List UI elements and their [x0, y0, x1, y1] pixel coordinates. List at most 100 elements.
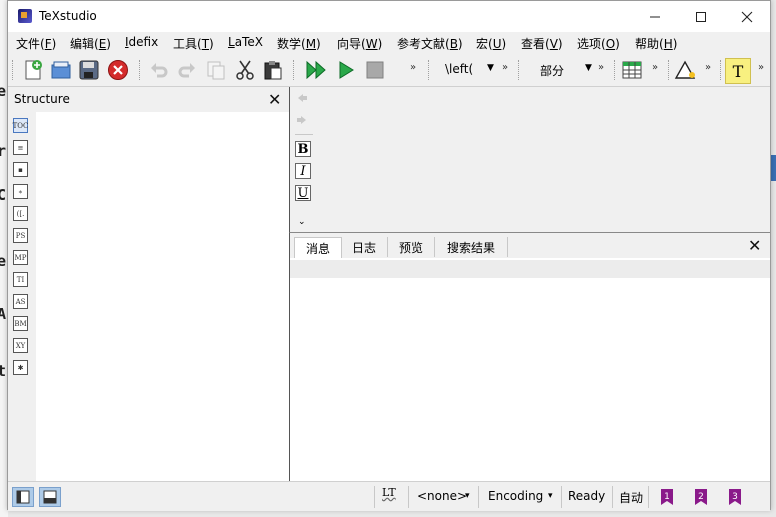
brackets-icon[interactable]: ([. — [13, 206, 28, 221]
underline-button[interactable]: U — [295, 185, 311, 201]
window-title: TeXstudio — [39, 9, 97, 23]
list-icon[interactable]: ≡ — [13, 140, 28, 155]
toolbar-separator — [518, 60, 521, 80]
asymptote-icon[interactable]: AS — [13, 294, 28, 309]
menu-latex[interactable]: LaTeX — [228, 35, 263, 49]
editor-area: B I U ⌄ — [290, 87, 770, 231]
bookmark-2-icon[interactable]: 2 — [692, 488, 710, 506]
chevron-down-icon[interactable]: ▾ — [548, 491, 553, 501]
menu-edit[interactable]: 编辑(E) — [70, 35, 111, 52]
toggle-messages-button[interactable] — [39, 487, 61, 507]
bookmark-1-icon[interactable]: 1 — [658, 488, 676, 506]
menu-macros[interactable]: 宏(U) — [476, 35, 506, 52]
compile-button[interactable] — [334, 58, 358, 82]
maximize-icon — [696, 11, 706, 22]
asterisk-icon[interactable]: ∗ — [13, 184, 28, 199]
chevron-down-icon[interactable]: ▾ — [465, 491, 470, 501]
minimize-button[interactable] — [632, 1, 678, 32]
toc-icon[interactable]: TOC — [13, 118, 28, 133]
metapost-icon[interactable]: MP — [13, 250, 28, 265]
tab-preview[interactable]: 预览 — [388, 237, 435, 257]
close-button[interactable] — [724, 1, 770, 32]
menu-view[interactable]: 查看(V) — [521, 35, 563, 52]
encoding-selector[interactable]: Encoding — [488, 489, 543, 503]
bookmark-3-icon[interactable]: 3 — [726, 488, 744, 506]
svg-text:2: 2 — [698, 492, 704, 502]
messages-tabbar: 消息 日志 预览 搜索结果 ✕ — [290, 233, 770, 258]
menu-bar: 文件(F) 编辑(E) Idefix 工具(T) LaTeX 数学(M) 向导(… — [8, 32, 770, 53]
toolbar-overflow-chevron[interactable]: » — [705, 62, 711, 73]
tikz-icon[interactable]: TI — [13, 272, 28, 287]
undo-button[interactable] — [147, 58, 171, 82]
toolbar-separator — [139, 60, 142, 80]
close-structure-panel-icon[interactable]: ✕ — [268, 92, 281, 108]
menu-bibliography[interactable]: 参考文献(B) — [397, 35, 463, 52]
redo-button[interactable] — [175, 58, 199, 82]
math-symbol-button[interactable] — [673, 58, 697, 82]
table-button[interactable] — [620, 58, 644, 82]
menu-math[interactable]: 数学(M) — [277, 35, 321, 52]
forward-arrow-icon[interactable] — [296, 114, 308, 129]
save-button[interactable] — [77, 58, 101, 82]
toolbar-overflow-chevron[interactable]: » — [502, 62, 508, 73]
tab-search-results[interactable]: 搜索结果 — [435, 237, 508, 257]
status-separator — [374, 486, 375, 508]
beamer-icon[interactable]: BM — [13, 316, 28, 331]
close-messages-panel-icon[interactable]: ✕ — [748, 238, 761, 254]
cut-button[interactable] — [233, 58, 257, 82]
back-arrow-icon[interactable] — [296, 92, 308, 107]
tab-messages[interactable]: 消息 — [294, 237, 342, 258]
left-delimiter-combo[interactable]: \left( — [445, 62, 473, 76]
language-tool-icon[interactable]: LT — [382, 486, 396, 499]
close-file-icon — [108, 60, 128, 80]
background-char: e — [0, 252, 7, 270]
toolbar-overflow-chevron[interactable]: » — [410, 62, 416, 73]
toolbar-grip — [12, 60, 15, 80]
menu-file[interactable]: 文件(F) — [16, 35, 56, 52]
structure-tree[interactable] — [36, 112, 289, 481]
toolbar-overflow-chevron[interactable]: » — [598, 62, 604, 73]
chevron-down-icon[interactable]: ▼ — [487, 63, 494, 73]
build-view-button[interactable] — [304, 58, 328, 82]
toolbar-separator — [428, 60, 431, 80]
bookmark-icon[interactable]: ▪ — [13, 162, 28, 177]
undo-icon — [151, 63, 168, 78]
stop-icon — [366, 61, 384, 79]
status-separator — [561, 486, 562, 508]
menu-tools[interactable]: 工具(T) — [173, 35, 214, 52]
messages-toolbar-strip — [290, 260, 770, 278]
italic-button[interactable]: I — [295, 163, 311, 179]
close-file-button[interactable] — [106, 58, 130, 82]
toggle-sidepanel-button[interactable] — [12, 487, 34, 507]
status-separator — [648, 486, 649, 508]
copy-button[interactable] — [204, 58, 228, 82]
background-char: C — [0, 186, 7, 204]
menu-options[interactable]: 选项(O) — [577, 35, 620, 52]
open-file-button[interactable] — [49, 58, 73, 82]
maximize-button[interactable] — [678, 1, 724, 32]
section-combo[interactable]: 部分 — [540, 62, 564, 79]
tab-log[interactable]: 日志 — [341, 237, 388, 257]
chevron-down-icon[interactable]: ⌄ — [298, 217, 306, 227]
play-icon — [339, 61, 354, 79]
toolbar-overflow-chevron[interactable]: » — [758, 62, 764, 73]
paste-icon — [264, 61, 282, 80]
menu-help[interactable]: 帮助(H) — [635, 35, 677, 52]
special-symbols-icon[interactable]: ✱ — [13, 360, 28, 375]
stop-button[interactable] — [363, 58, 387, 82]
text-format-button[interactable]: T — [725, 58, 751, 84]
svg-text:3: 3 — [732, 492, 738, 502]
menu-idefix[interactable]: Idefix — [125, 35, 158, 49]
toolbar-overflow-chevron[interactable]: » — [652, 62, 658, 73]
background-char: r — [0, 142, 7, 160]
pstricks-icon[interactable]: PS — [13, 228, 28, 243]
xymatrix-icon[interactable]: XY — [13, 338, 28, 353]
paste-button[interactable] — [261, 58, 285, 82]
background-char: t — [0, 362, 7, 380]
texstudio-logo-icon — [18, 9, 32, 23]
new-file-button[interactable] — [21, 58, 45, 82]
menu-wizards[interactable]: 向导(W) — [337, 35, 382, 52]
chevron-down-icon[interactable]: ▼ — [585, 63, 592, 73]
dictionary-selector[interactable]: <none> — [417, 489, 467, 503]
bold-button[interactable]: B — [295, 141, 311, 157]
